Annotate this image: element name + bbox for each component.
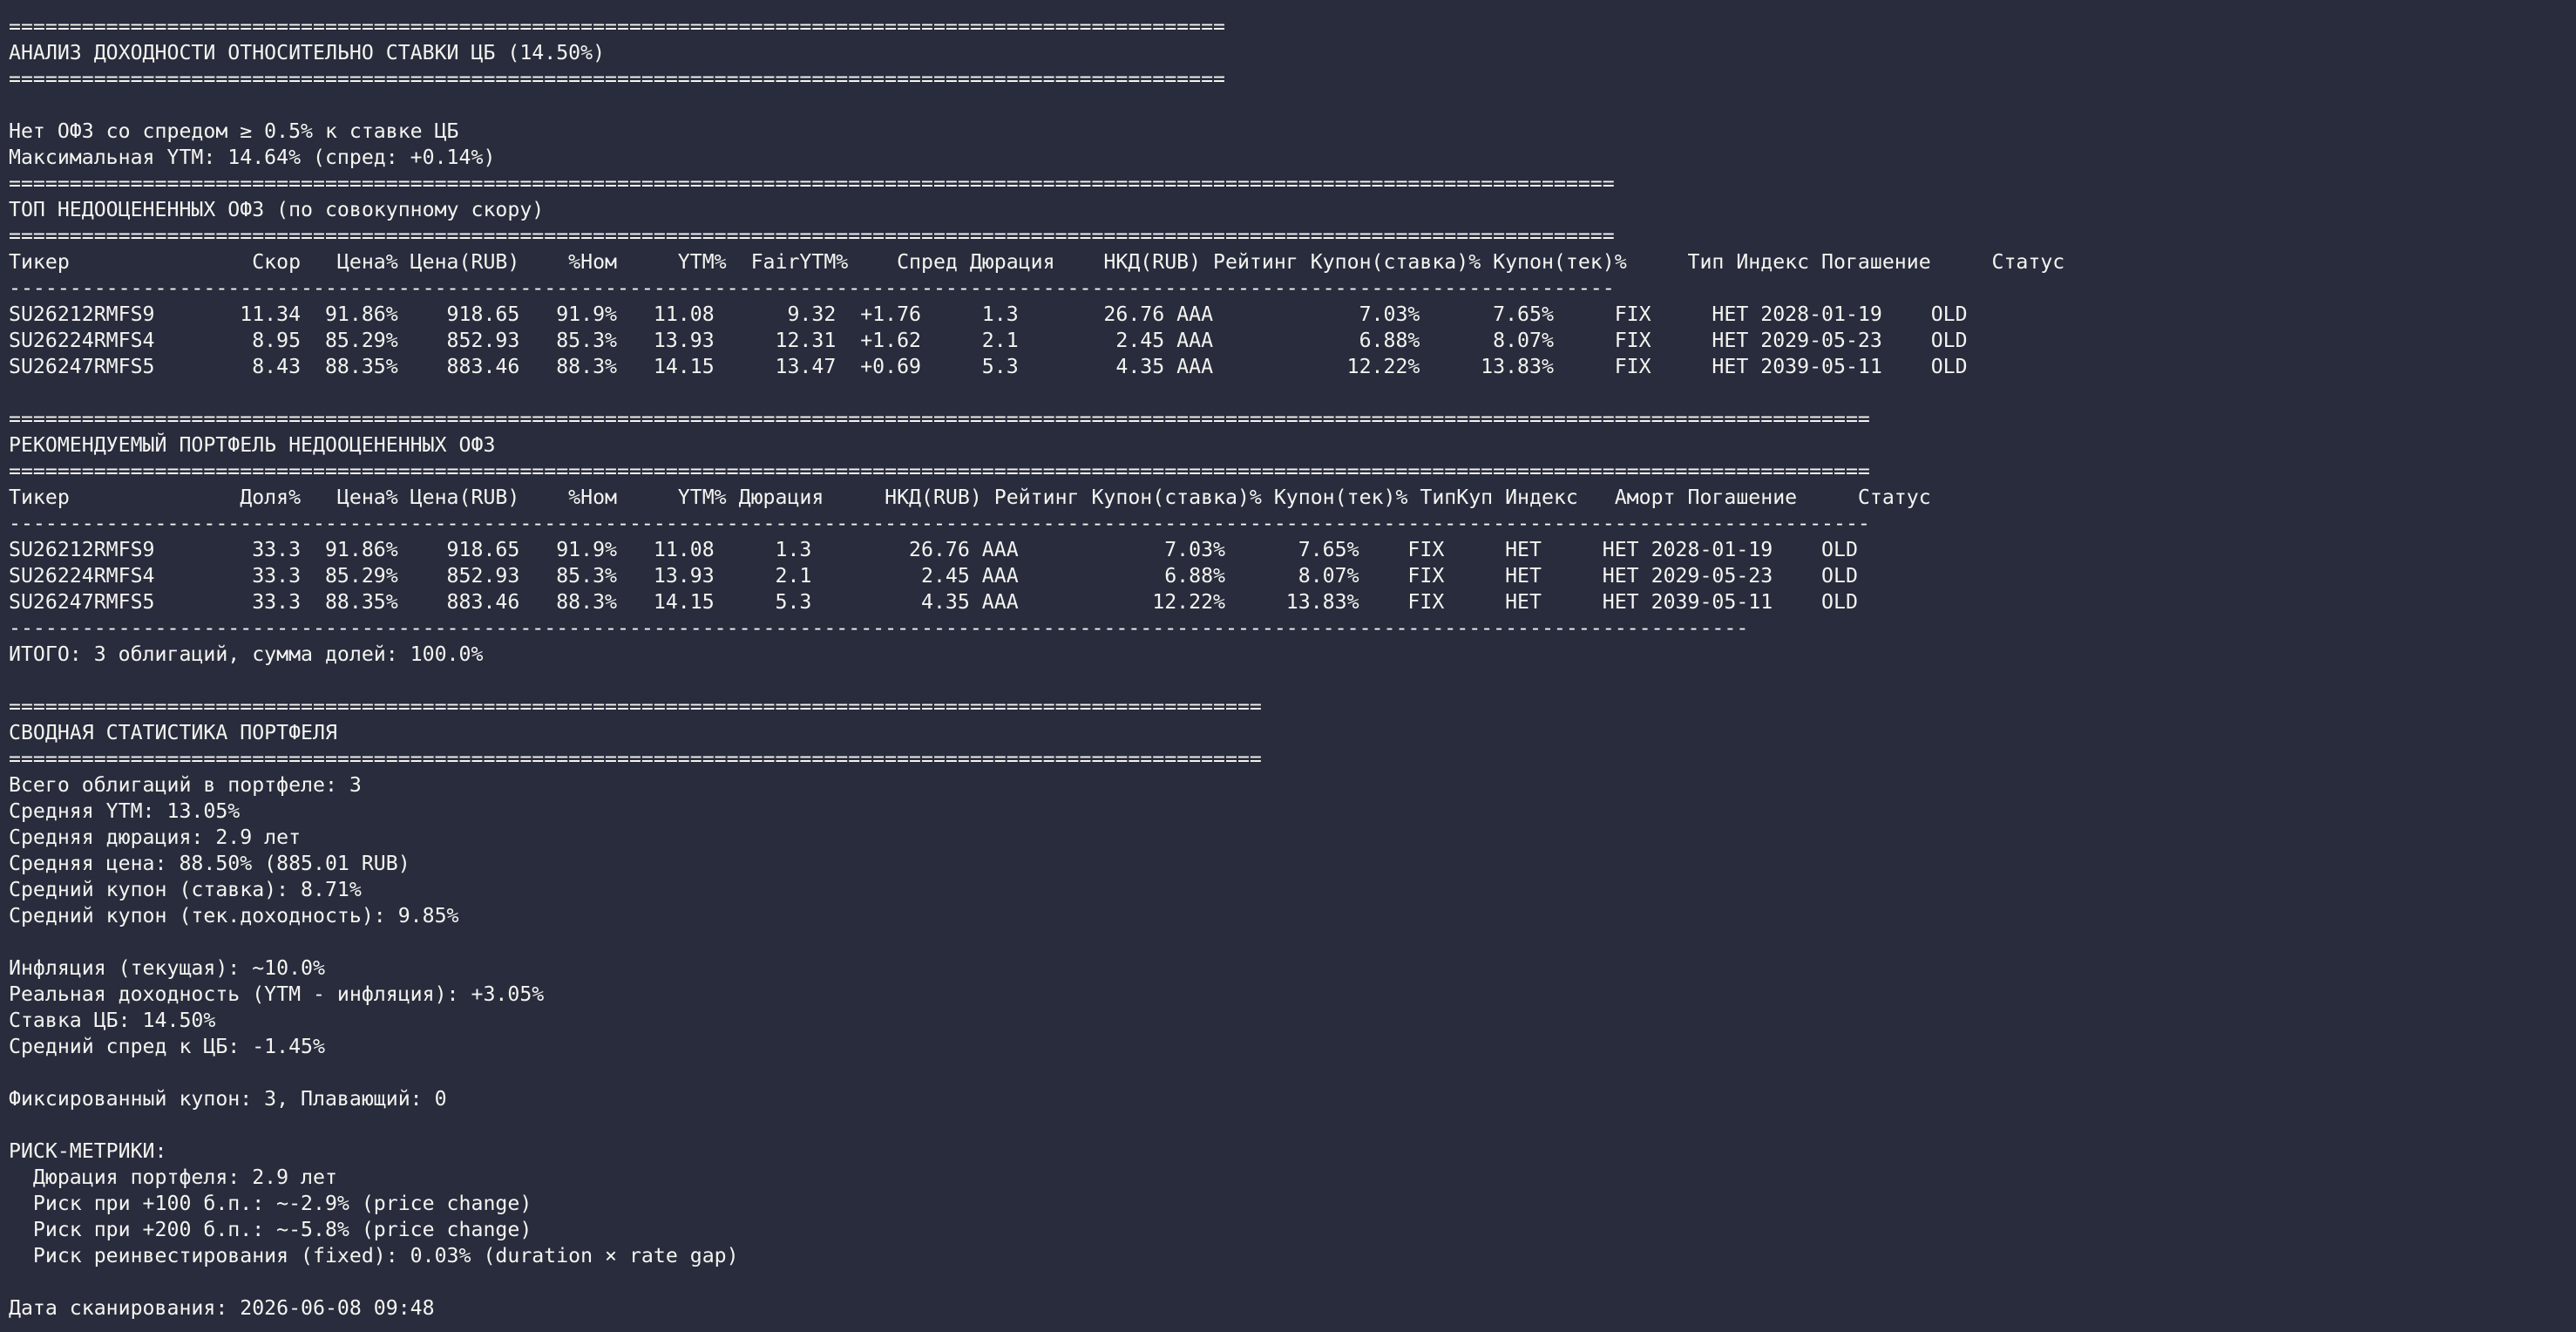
terminal-line: РИСК-МЕТРИКИ: [9, 1139, 167, 1163]
terminal-line: Риск реинвестирования (fixed): 0.03% (du… [9, 1244, 739, 1267]
terminal-line: Максимальная YTM: 14.64% (спред: +0.14%) [9, 146, 496, 169]
terminal-line: Средний спред к ЦБ: -1.45% [9, 1035, 325, 1058]
terminal-line: ----------------------------------------… [9, 616, 1749, 640]
terminal-line: SU26224RMFS4 33.3 85.29% 852.93 85.3% 13… [9, 564, 1858, 588]
terminal-line: ========================================… [9, 747, 1262, 771]
terminal-line: Средняя YTM: 13.05% [9, 799, 241, 823]
terminal-line: SU26212RMFS9 11.34 91.86% 918.65 91.9% 1… [9, 302, 1968, 326]
terminal-line: ========================================… [9, 67, 1226, 91]
terminal-line: Тикер Доля% Цена% Цена(RUB) %Ном YTM% Дю… [9, 486, 1931, 509]
terminal-line: ----------------------------------------… [9, 276, 1615, 300]
terminal-line: ========================================… [9, 407, 1870, 431]
terminal-line: Средняя дюрация: 2.9 лет [9, 826, 302, 849]
terminal-line: Реальная доходность (YTM - инфляция): +3… [9, 982, 545, 1006]
terminal-line: SU26224RMFS4 8.95 85.29% 852.93 85.3% 13… [9, 329, 1968, 352]
terminal-line: Тикер Скор Цена% Цена(RUB) %Ном YTM% Fai… [9, 250, 2065, 274]
terminal-line: Дата сканирования: 2026-06-08 09:48 [9, 1296, 435, 1320]
terminal-output: ========================================… [9, 14, 2571, 1326]
terminal-line: РЕКОМЕНДУЕМЫЙ ПОРТФЕЛЬ НЕДООЦЕНЕННЫХ ОФЗ [9, 433, 496, 457]
terminal-line: АНАЛИЗ ДОХОДНОСТИ ОТНОСИТЕЛЬНО СТАВКИ ЦБ… [9, 41, 606, 65]
terminal-line: SU26247RMFS5 33.3 88.35% 883.46 88.3% 14… [9, 590, 1858, 614]
terminal-line: ========================================… [9, 15, 1226, 38]
terminal-line: СВОДНАЯ СТАТИСТИКА ПОРТФЕЛЯ [9, 721, 337, 744]
terminal-line: Ставка ЦБ: 14.50% [9, 1009, 216, 1032]
terminal-line: Средний купон (ставка): 8.71% [9, 878, 362, 901]
terminal-line: ТОП НЕДООЦЕНЕННЫХ ОФЗ (по совокупному ск… [9, 198, 545, 221]
terminal-line: Инфляция (текущая): ~10.0% [9, 956, 325, 980]
terminal-line: SU26212RMFS9 33.3 91.86% 918.65 91.9% 11… [9, 538, 1858, 561]
terminal-line: Средняя цена: 88.50% (885.01 RUB) [9, 852, 410, 875]
terminal-line: Дюрация портфеля: 2.9 лет [9, 1166, 337, 1189]
terminal-line: ИТОГО: 3 облигаций, сумма долей: 100.0% [9, 642, 484, 666]
terminal-line: Всего облигаций в портфеле: 3 [9, 773, 362, 797]
terminal-line: ========================================… [9, 224, 1615, 248]
terminal-line: ========================================… [9, 172, 1615, 195]
terminal-line: Нет ОФЗ со спредом ≥ 0.5% к ставке ЦБ [9, 119, 459, 143]
terminal-line: Фиксированный купон: 3, Плавающий: 0 [9, 1087, 447, 1111]
terminal-line: SU26247RMFS5 8.43 88.35% 883.46 88.3% 14… [9, 355, 1968, 378]
terminal-line: ----------------------------------------… [9, 512, 1870, 535]
terminal-line: ========================================… [9, 695, 1262, 718]
terminal-line: ========================================… [9, 459, 1870, 483]
terminal-line: Средний купон (тек.доходность): 9.85% [9, 904, 459, 928]
terminal-line: Риск при +200 б.п.: ~-5.8% (price change… [9, 1218, 532, 1241]
terminal-line: Риск при +100 б.п.: ~-2.9% (price change… [9, 1192, 532, 1215]
